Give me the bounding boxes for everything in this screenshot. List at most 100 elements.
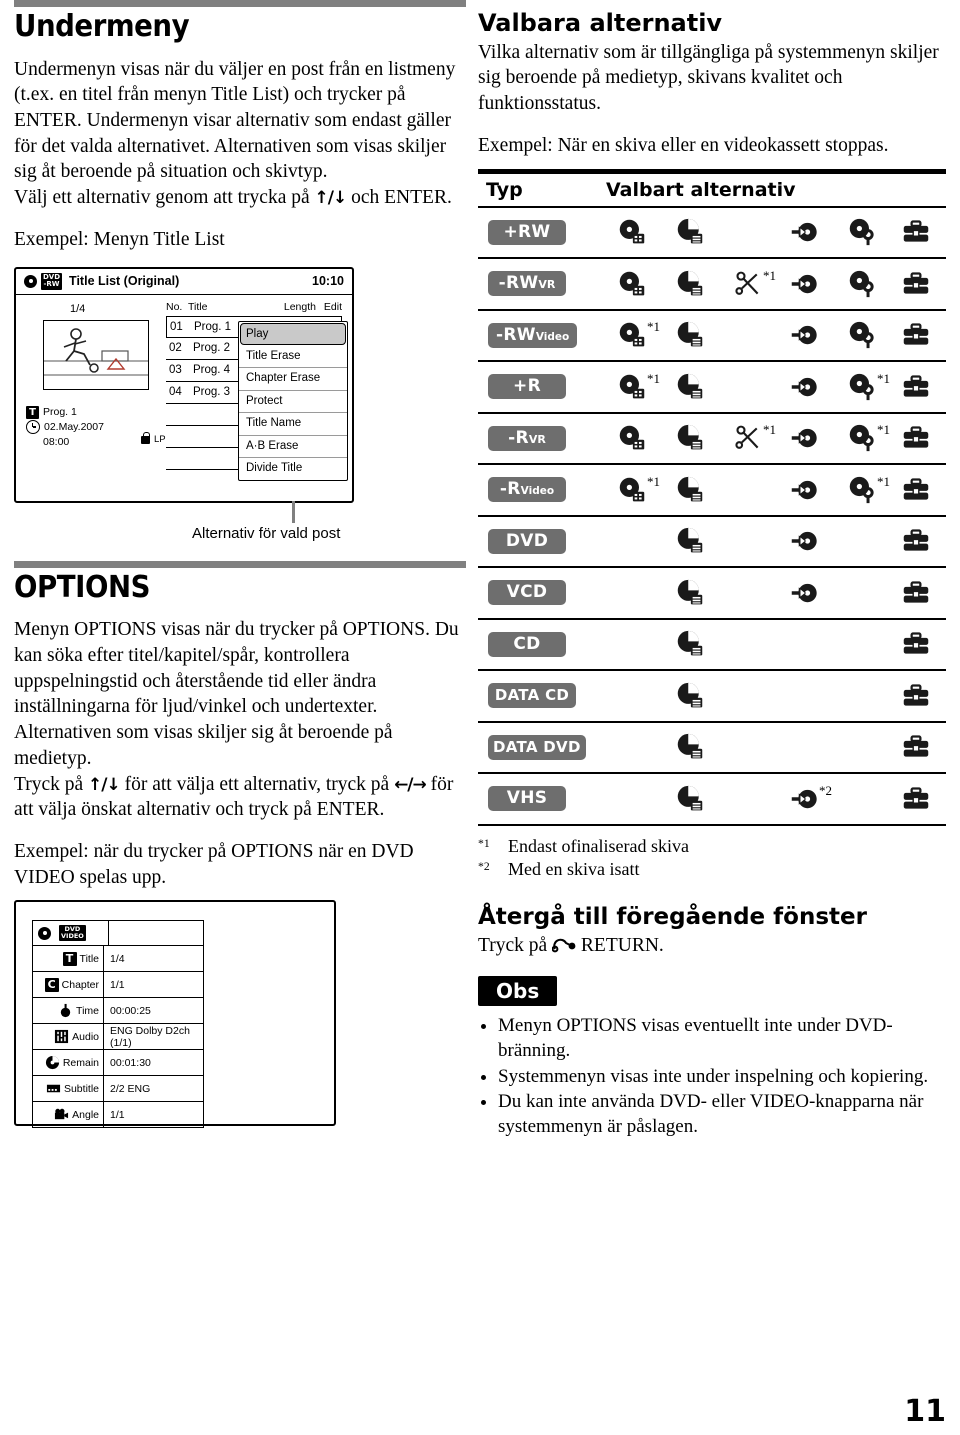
available-options-cell: *1 *1 [608, 362, 946, 412]
media-type-cell: +R [478, 374, 608, 400]
disc-icon [24, 274, 37, 288]
search-icon-cell [790, 270, 818, 298]
header-type: Typ [486, 178, 523, 201]
options-row-remain[interactable]: Remain 00:01:30 [33, 1050, 203, 1077]
time-info-icon-cell [676, 682, 704, 710]
submenu-item-protect[interactable]: Protect [239, 391, 347, 414]
toolbox-icon [902, 476, 930, 504]
table-row: +RW [478, 208, 946, 260]
return-arrow-icon [551, 938, 576, 953]
time-info-icon [676, 579, 704, 607]
available-options-cell: *1 *1 [608, 465, 946, 515]
time-info-icon-cell [676, 630, 704, 658]
media-type-cell: VCD [478, 580, 608, 606]
title-list-icon-cell [618, 270, 646, 298]
search-icon-cell [790, 527, 818, 555]
options-value: 1/1 [110, 978, 125, 991]
soccer-player-illustration [44, 320, 148, 389]
list-item: Systemmenyn visas inte under inspelning … [498, 1065, 946, 1090]
submenu-item-title-name[interactable]: Title Name [239, 413, 347, 436]
search-icon-cell [790, 424, 818, 452]
footnote-reference: *2 [819, 782, 832, 798]
options-row-audio[interactable]: Audio ENG Dolby D2ch (1/1) [33, 1024, 203, 1051]
table-row: -R VR *1 *1 [478, 414, 946, 466]
footnote-reference: *1 [763, 422, 776, 438]
media-type-badge: CD [488, 631, 566, 657]
submenu-item-play[interactable]: Play [240, 322, 346, 345]
submenu-item-ab-erase[interactable]: A·B Erase [239, 436, 347, 459]
document-page: Undermeny Undermenyn visas när du väljer… [0, 0, 960, 1435]
title-letter-icon: T [26, 405, 39, 419]
media-type-name: -RW [496, 324, 536, 345]
footnote-reference: *1 [877, 370, 890, 386]
options-navigation-paragraph: Tryck på ↑/↓ för att välja ett alternati… [14, 772, 466, 823]
search-icon-cell [790, 218, 818, 246]
right-column: Valbara alternativ Vilka alternativ som … [478, 0, 946, 1141]
search-icon [790, 527, 818, 555]
undermeny-navigation-paragraph: Välj ett alternativ genom att trycka på … [14, 185, 466, 211]
disc-setup-icon [848, 476, 876, 504]
title-list-icon-cell: *1 [618, 474, 660, 504]
disc-setup-icon-cell: *1 [848, 370, 890, 401]
opt-nav-mid: för att välja ett alternativ, tryck på [119, 773, 395, 795]
media-type-badge: -R VR [488, 425, 566, 451]
toolbox-icon-cell [902, 733, 930, 761]
title-list-icon-cell [618, 218, 646, 246]
options-value: 00:01:30 [110, 1056, 151, 1069]
time-info-icon [676, 785, 704, 813]
thumbnail-counter: 1/4 [70, 302, 86, 315]
available-options-cell [608, 723, 946, 773]
dvd-video-options-screen: DVD VIDEO T Title 1/4 C Chapter 1/1 Time… [14, 900, 336, 1129]
return-instruction: Tryck på RETURN. [478, 933, 946, 959]
options-value: 1/4 [110, 952, 125, 965]
time-info-icon-cell [676, 476, 704, 504]
options-label: Time [76, 1004, 99, 1017]
media-type-name: -R [499, 479, 521, 500]
table-row: DATA DVD [478, 723, 946, 775]
recording-time-row: 08:00 [26, 435, 104, 450]
media-type-badge: DATA CD [488, 683, 576, 709]
toolbox-icon-cell [902, 579, 930, 607]
media-type-badge: VCD [488, 580, 566, 606]
disc-setup-icon-cell: *1 [848, 474, 890, 504]
page-title: Undermeny [14, 9, 190, 44]
footnote-text: Endast ofinaliserad skiva [508, 835, 689, 856]
options-label: Remain [62, 1056, 99, 1069]
available-options-cell [608, 671, 946, 721]
options-row-subtitle[interactable]: Subtitle 2/2 ENG [33, 1076, 203, 1103]
table-header-row: Typ Valbart alternativ [478, 174, 946, 208]
badge-line-2: VIDEO [61, 932, 84, 941]
options-row-angle[interactable]: Angle 1/1 [33, 1102, 203, 1128]
undermeny-paragraph: Undermenyn visas när du väljer en post f… [14, 58, 456, 183]
time-info-icon-cell [676, 785, 704, 813]
options-example-label: Exempel: när du trycker på OPTIONS när e… [14, 841, 414, 888]
toolbox-icon [902, 218, 930, 246]
submenu-item-title-erase[interactable]: Title Erase [239, 346, 347, 369]
title-list-icon [618, 270, 646, 298]
options-row-time[interactable]: Time 00:00:25 [33, 998, 203, 1025]
title-name-value: Prog. 1 [43, 405, 77, 418]
chapter-label-cell: C Chapter [33, 972, 104, 998]
time-icon [60, 1004, 71, 1018]
submenu-item-chapter-erase[interactable]: Chapter Erase [239, 368, 347, 391]
remain-label-cell: Remain [33, 1050, 104, 1076]
disc-setup-icon-cell [848, 218, 876, 246]
media-type-badge: +RW [488, 219, 566, 245]
footnote-marker: *1 [478, 835, 502, 859]
toolbox-icon [902, 373, 930, 401]
media-type-cell: -R Video [478, 477, 608, 503]
options-row-chapter[interactable]: C Chapter 1/1 [33, 972, 203, 999]
submenu-item-divide-title[interactable]: Divide Title [239, 458, 347, 480]
updown-arrow-icon: ↑/↓ [88, 774, 121, 795]
time-info-icon-cell [676, 373, 704, 401]
media-type-cell: -RW VR [478, 271, 608, 297]
time-info-icon [676, 218, 704, 246]
footnote-mark-text: *1 [478, 836, 490, 850]
return-section-heading: Återgå till föregående fönster [478, 904, 867, 931]
title-list-icon [618, 476, 646, 504]
search-icon [790, 579, 818, 607]
options-row-title[interactable]: T Title 1/4 [33, 946, 203, 973]
available-options-cell: *1 *1 [608, 414, 946, 464]
time-info-icon-cell [676, 527, 704, 555]
footnote-1: *1 Endast ofinaliserad skiva [478, 835, 946, 859]
